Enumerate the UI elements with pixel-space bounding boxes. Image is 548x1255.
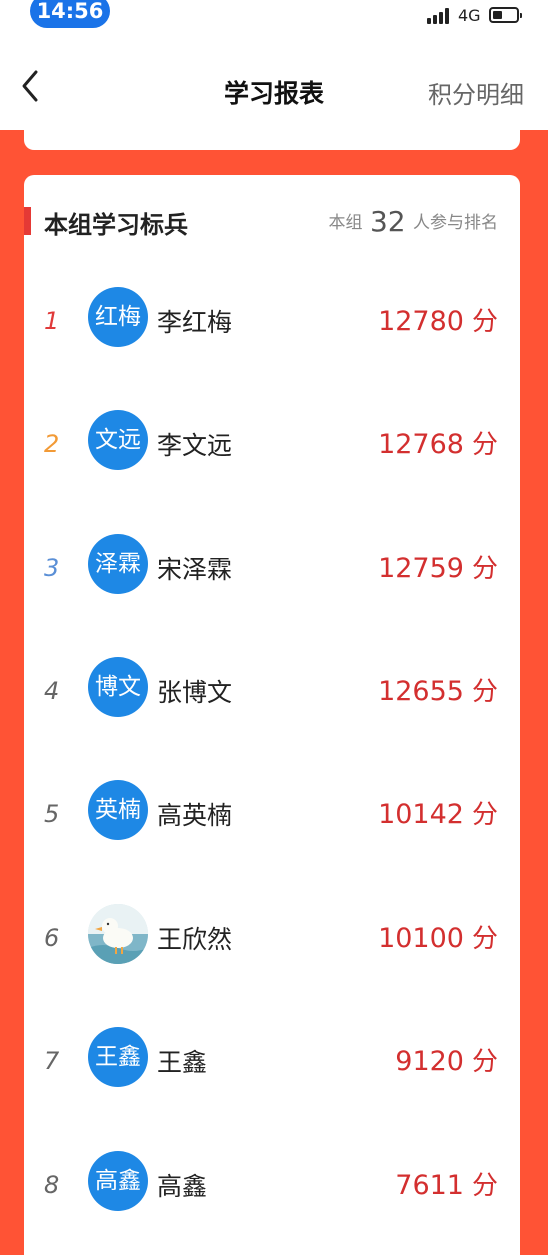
score-unit: 分 [471,554,498,584]
score-value: 7611 [395,1170,464,1201]
ranking-row[interactable]: 7 王鑫 王鑫 9120 分 [24,1021,520,1101]
member-name: 张博文 [157,678,233,707]
rank-number: 4 [44,677,60,705]
battery-icon [489,7,522,23]
status-bar: 14:56 4G [0,0,548,42]
rank-number: 1 [44,307,60,335]
score-unit: 分 [471,924,498,954]
rank-number: 7 [44,1047,60,1075]
ranking-row[interactable]: 6 王欣然 10100 分 [24,898,520,978]
avatar[interactable]: 文远 [88,410,148,470]
title-accent-bar [24,207,31,235]
participants-suffix: 人参与排名 [413,213,498,233]
avatar[interactable]: 王鑫 [88,1027,148,1087]
rank-number: 5 [44,800,60,828]
avatar[interactable]: 博文 [88,657,148,717]
score-value: 9120 [395,1046,464,1077]
score-unit: 分 [471,307,498,337]
score-unit: 分 [471,1171,498,1201]
participants-number: 32 [369,205,406,238]
member-name: 李红梅 [157,308,233,337]
score-value: 12655 [378,676,464,707]
leaderboard-card: 本组学习标兵 本组 32 人参与排名 1 红梅 李红梅 12780 分 2 文远 … [24,175,520,1255]
score-value: 12780 [378,306,464,337]
rank-number: 3 [44,554,60,582]
ranking-row[interactable]: 3 泽霖 宋泽霖 12759 分 [24,528,520,608]
avatar[interactable]: 高鑫 [88,1151,148,1211]
member-score: 12768 分 [378,424,498,461]
participants-prefix: 本组 [328,213,363,233]
ranking-row[interactable]: 5 英楠 高英楠 10142 分 [24,774,520,854]
member-score: 12759 分 [378,548,498,585]
status-time: 14:56 [30,0,110,28]
member-score: 12780 分 [378,301,498,338]
duck-photo-avatar[interactable] [88,904,148,964]
score-unit: 分 [471,430,498,460]
score-value: 12768 [378,429,464,460]
ranking-row[interactable]: 1 红梅 李红梅 12780 分 [24,281,520,361]
member-score: 9120 分 [395,1041,498,1078]
avatar[interactable]: 英楠 [88,780,148,840]
member-name: 宋泽霖 [157,555,233,584]
score-unit: 分 [471,677,498,707]
points-detail-link[interactable]: 积分明细 [428,75,524,110]
leaderboard-title: 本组学习标兵 [44,211,188,239]
score-unit: 分 [471,1047,498,1077]
score-value: 10142 [378,799,464,830]
member-name: 高鑫 [157,1172,208,1201]
rank-number: 8 [44,1171,60,1199]
member-name: 高英楠 [157,801,233,830]
signal-bars-icon [427,8,453,24]
member-name: 李文远 [157,431,233,460]
member-score: 7611 分 [395,1165,498,1202]
avatar[interactable]: 泽霖 [88,534,148,594]
member-name: 王欣然 [157,925,233,954]
ranking-row[interactable]: 8 高鑫 高鑫 7611 分 [24,1145,520,1225]
member-name: 王鑫 [157,1048,208,1077]
participants-count: 本组 32 人参与排名 [329,205,498,238]
score-unit: 分 [471,800,498,830]
member-score: 10142 分 [378,794,498,831]
avatar[interactable]: 红梅 [88,287,148,347]
rank-number: 2 [44,430,60,458]
nav-bar: 学习报表 积分明细 [0,42,548,130]
network-type: 4G [458,6,481,25]
rank-number: 6 [44,924,60,952]
ranking-row[interactable]: 2 文远 李文远 12768 分 [24,404,520,484]
member-score: 10100 分 [378,918,498,955]
previous-card [24,130,520,150]
score-value: 12759 [378,553,464,584]
ranking-row[interactable]: 4 博文 张博文 12655 分 [24,651,520,731]
score-value: 10100 [378,923,464,954]
member-score: 12655 分 [378,671,498,708]
